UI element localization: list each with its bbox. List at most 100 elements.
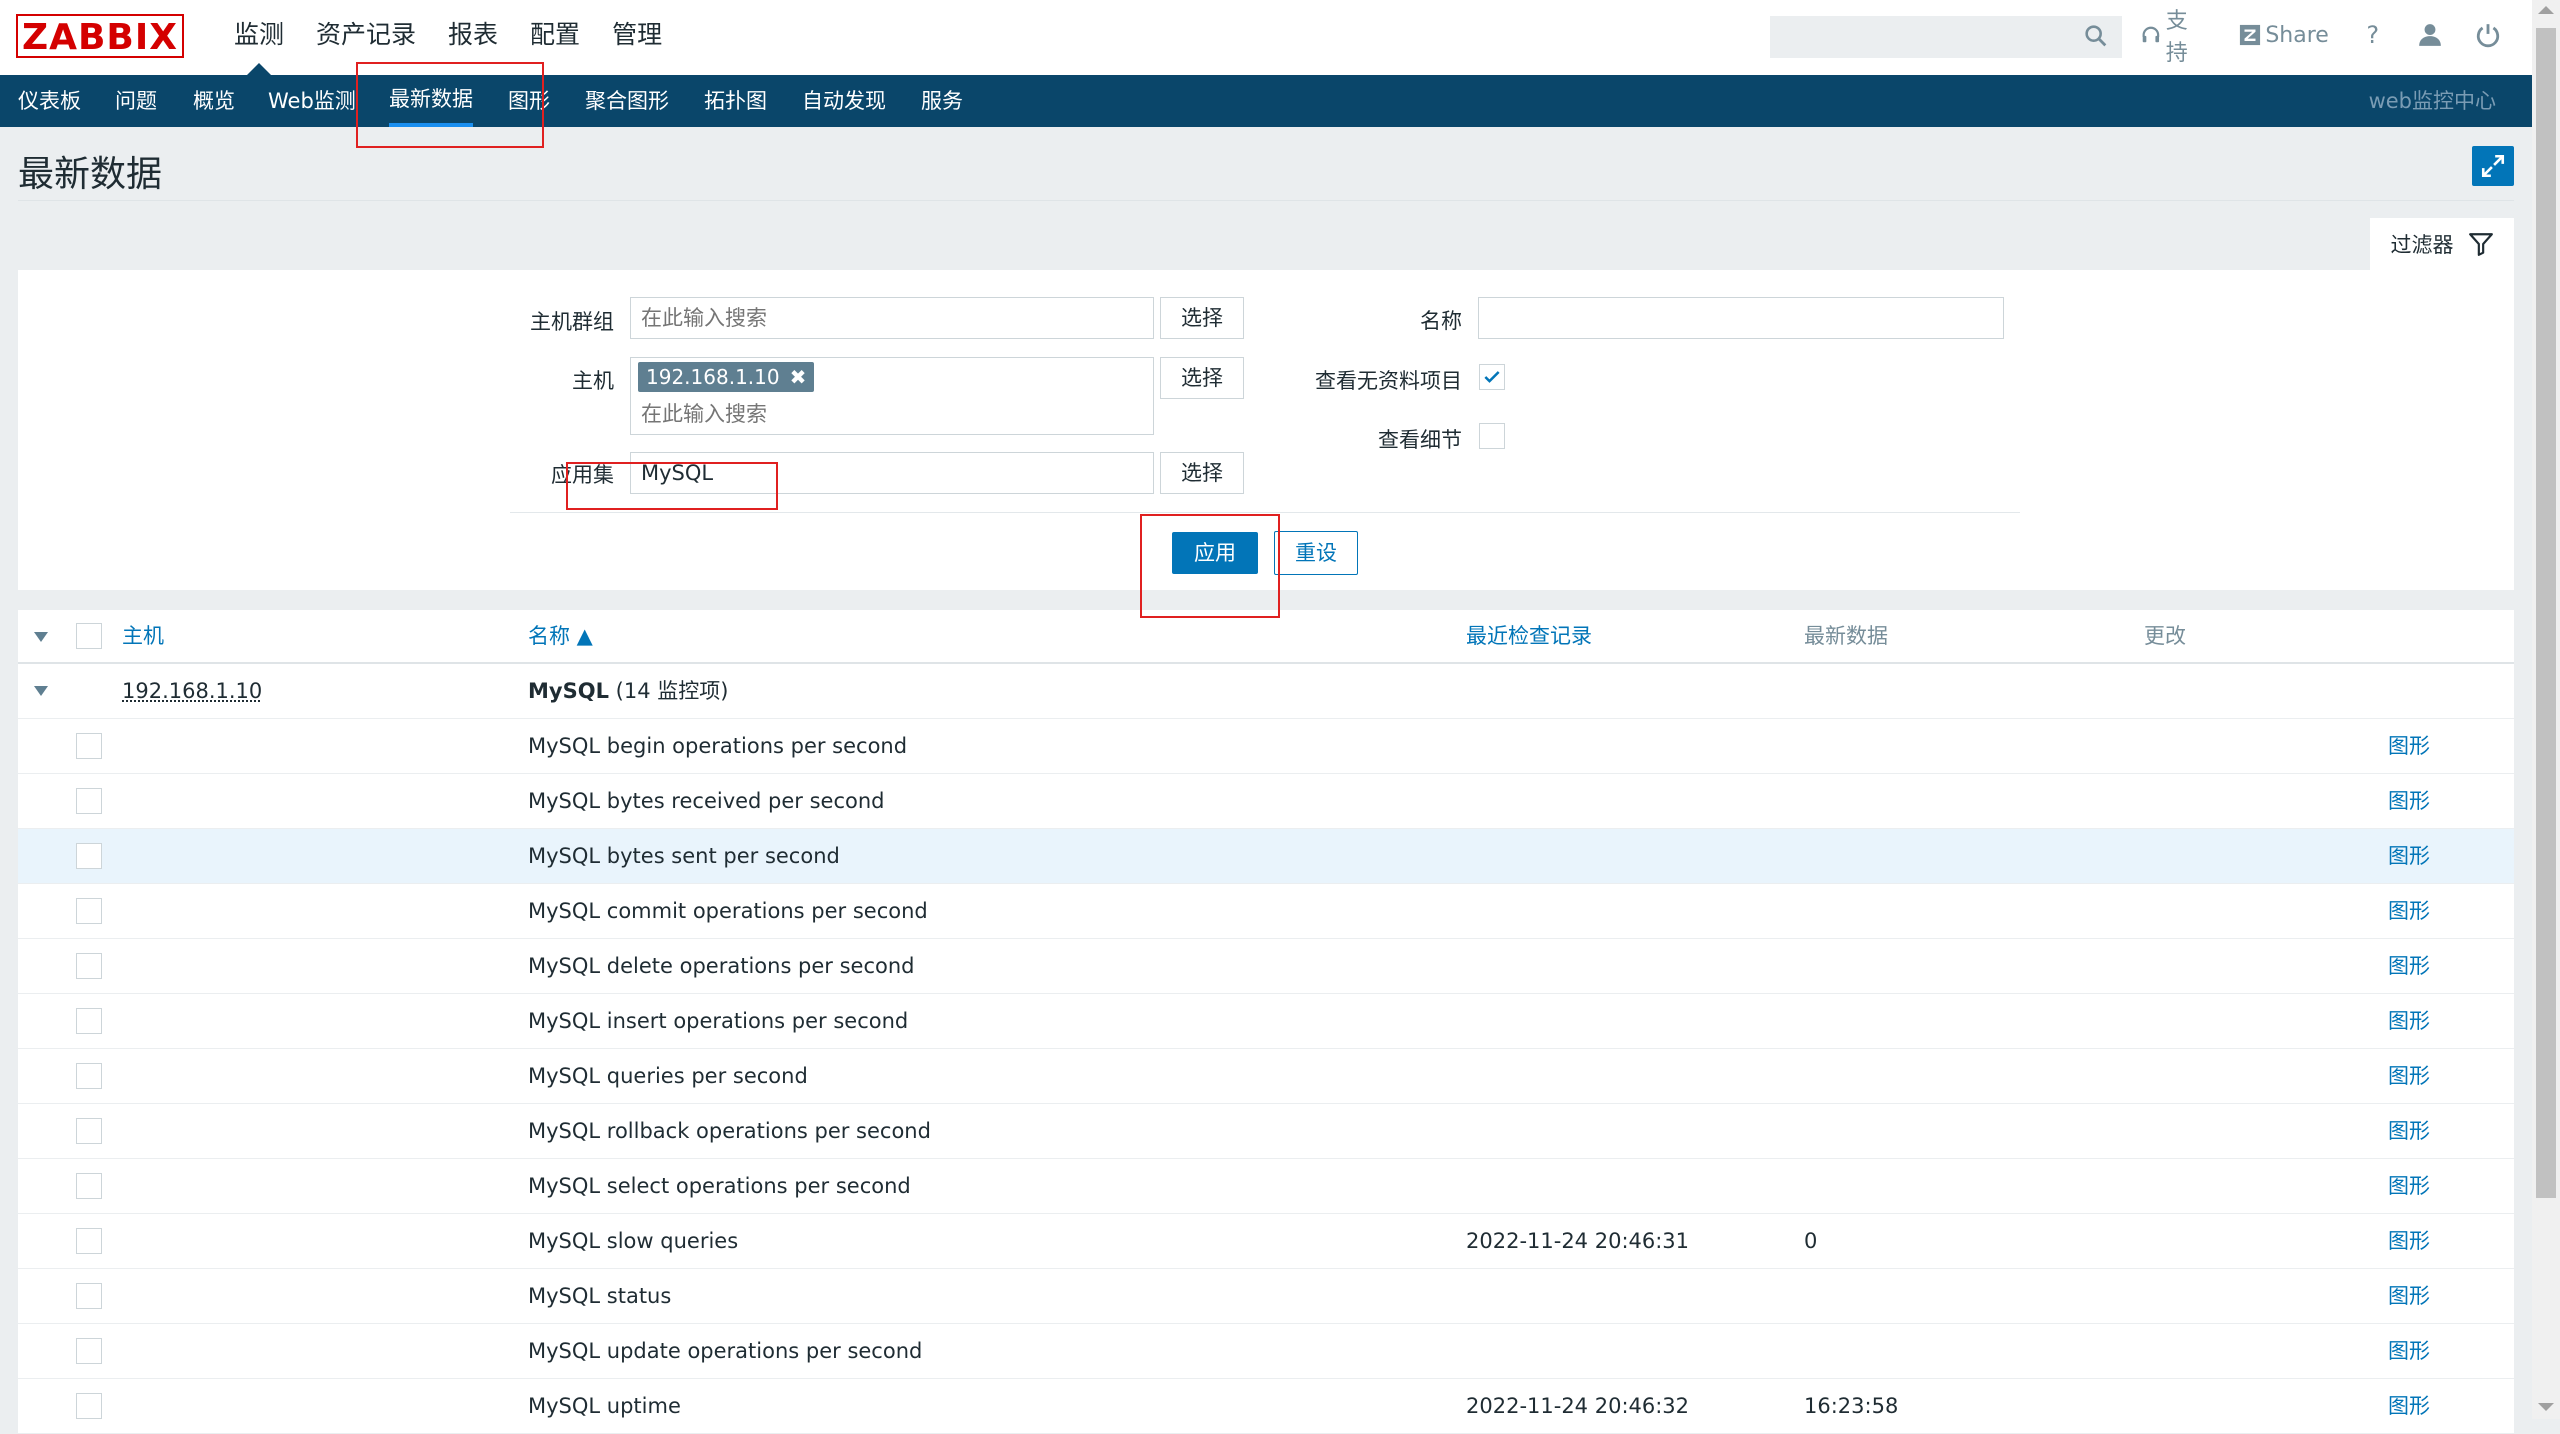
host-tag-label: 192.168.1.10 [646,365,780,389]
show-without-data-checkbox[interactable] [1479,364,1505,390]
name-input[interactable] [1478,297,2004,339]
subnav-dashboard[interactable]: 仪表板 [18,75,81,127]
graph-link[interactable]: 图形 [2388,994,2430,1048]
host-search-input[interactable] [631,396,931,432]
collapse-group-icon[interactable] [34,686,48,696]
search-icon[interactable] [2082,22,2110,50]
header-last-check[interactable]: 最近检查记录 [1466,610,1592,662]
host-label: 主机 [572,369,614,393]
share-label: Share [2265,22,2329,48]
group-app-count: (14 监控项) [615,679,729,703]
row-checkbox[interactable] [76,1283,102,1309]
main-menu-reports[interactable]: 报表 [432,0,514,75]
user-profile-icon[interactable] [2417,21,2445,49]
header-name[interactable]: 名称 ▲ [528,610,593,662]
main-menu-inventory[interactable]: 资产记录 [300,0,432,75]
application-select-button[interactable]: 选择 [1160,452,1244,494]
host-select-button[interactable]: 选择 [1160,357,1244,399]
table-row: MySQL bytes sent per second 图形 [18,829,2514,884]
filter-tab-label: 过滤器 [2390,233,2454,257]
graph-link[interactable]: 图形 [2388,1049,2430,1103]
main-menu-configuration[interactable]: 配置 [514,0,596,75]
row-checkbox[interactable] [76,733,102,759]
item-name: MySQL slow queries [528,1229,739,1253]
filter-tab[interactable]: 过滤器 [2370,218,2514,270]
graph-link[interactable]: 图形 [2388,1324,2430,1378]
subnav-screens[interactable]: 聚合图形 [585,75,669,127]
remove-tag-icon[interactable]: ✖ [790,362,807,392]
apply-button[interactable]: 应用 [1172,532,1258,574]
row-checkbox[interactable] [76,1228,102,1254]
reset-button[interactable]: 重设 [1274,531,1358,575]
select-all-checkbox[interactable] [76,623,102,649]
support-link[interactable]: 支持 [2140,3,2209,67]
page-title: 最新数据 [18,154,163,195]
server-name: web监控中心 [2368,89,2496,113]
item-name: MySQL status [528,1284,672,1308]
main-menu-administration[interactable]: 管理 [596,0,678,75]
row-checkbox[interactable] [76,843,102,869]
zabbix-logo[interactable]: ZABBIX [16,14,184,58]
graph-link[interactable]: 图形 [2388,774,2430,828]
host-group-label: 主机群组 [530,310,614,334]
item-last-check: 2022-11-24 20:46:31 [1466,1229,1690,1253]
row-checkbox[interactable] [76,898,102,924]
group-app: MySQL (14 监控项) [528,664,728,718]
graph-link[interactable]: 图形 [2388,1269,2430,1323]
subnav-problems[interactable]: 问题 [115,75,157,127]
subnav-services[interactable]: 服务 [921,75,963,127]
collapse-all-icon[interactable] [34,632,48,642]
subnav-discovery[interactable]: 自动发现 [802,75,886,127]
graph-link[interactable]: 图形 [2388,1379,2430,1433]
table-row: MySQL slow queries 2022-11-24 20:46:31 0 图形 [18,1214,2514,1269]
subnav-overview[interactable]: 概览 [193,75,235,127]
show-details-checkbox[interactable] [1479,423,1505,449]
global-search-input[interactable] [1770,16,2122,58]
scrollbar-thumb[interactable] [2536,28,2556,1198]
graph-link[interactable]: 图形 [2388,1214,2430,1268]
header-host[interactable]: 主机 [122,610,164,662]
share-link[interactable]: Share [2239,23,2329,48]
graph-link[interactable]: 图形 [2388,719,2430,773]
graph-link[interactable]: 图形 [2388,829,2430,883]
graph-link[interactable]: 图形 [2388,1159,2430,1213]
row-checkbox[interactable] [76,953,102,979]
sub-navigation: 仪表板 问题 概览 Web监测 最新数据 图形 聚合图形 拓扑图 自动发现 服务… [0,75,2532,127]
headset-icon [2142,26,2160,43]
host-group-input[interactable] [630,297,1154,339]
table-row: MySQL begin operations per second 图形 [18,719,2514,774]
fullscreen-button[interactable] [2472,146,2514,186]
row-checkbox[interactable] [76,1063,102,1089]
power-logout-icon[interactable] [2474,21,2502,49]
subnav-latest-data[interactable]: 最新数据 [389,75,473,127]
main-menu-monitoring[interactable]: 监测 [218,0,300,75]
subnav-graphs[interactable]: 图形 [508,75,550,127]
row-checkbox[interactable] [76,1338,102,1364]
graph-link[interactable]: 图形 [2388,939,2430,993]
graph-link[interactable]: 图形 [2388,884,2430,938]
zabbix-share-icon [2240,24,2261,46]
subnav-web[interactable]: Web监测 [268,75,356,127]
scroll-down-arrow-icon[interactable] [2538,1403,2554,1411]
application-label: 应用集 [551,463,614,487]
item-name: MySQL bytes received per second [528,789,885,813]
table-row: MySQL update operations per second 图形 [18,1324,2514,1379]
application-input[interactable] [630,452,1154,494]
host-group-select-button[interactable]: 选择 [1160,297,1244,339]
graph-link[interactable]: 图形 [2388,1104,2430,1158]
header-links: 支持 Share ? [2140,0,2532,70]
table-row: MySQL insert operations per second 图形 [18,994,2514,1049]
name-label: 名称 [1420,309,1462,333]
row-checkbox[interactable] [76,1118,102,1144]
item-name: MySQL uptime [528,1394,681,1418]
row-checkbox[interactable] [76,1008,102,1034]
item-name: MySQL delete operations per second [528,954,915,978]
row-checkbox[interactable] [76,788,102,814]
row-checkbox[interactable] [76,1393,102,1419]
subnav-maps[interactable]: 拓扑图 [704,75,767,127]
item-rows: MySQL begin operations per second 图形 MySQL… [18,719,2514,1434]
help-icon[interactable]: ? [2359,21,2387,49]
scroll-up-arrow-icon[interactable] [2538,6,2554,14]
group-host-link[interactable]: 192.168.1.10 [122,664,262,718]
row-checkbox[interactable] [76,1173,102,1199]
